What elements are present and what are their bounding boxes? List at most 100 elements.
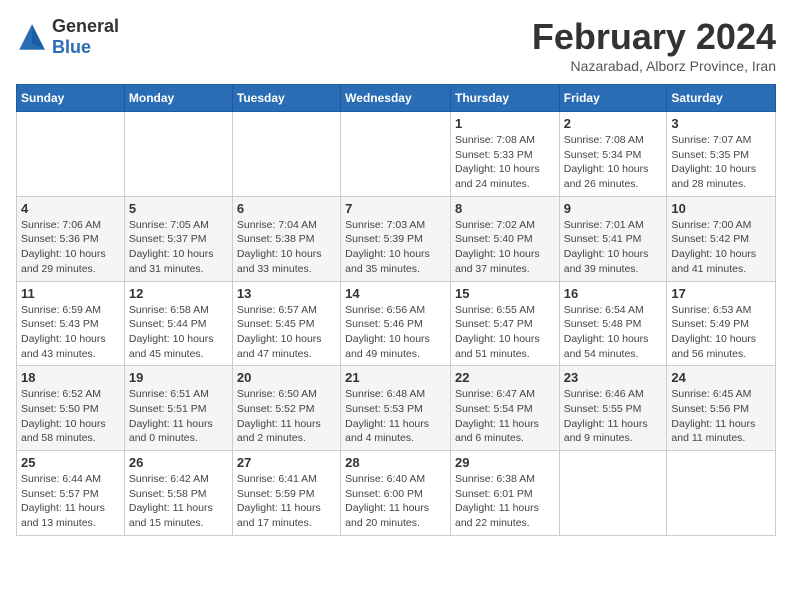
day-info: Sunrise: 6:56 AM Sunset: 5:46 PM Dayligh… bbox=[345, 303, 446, 362]
day-number: 5 bbox=[129, 201, 228, 216]
day-number: 20 bbox=[237, 370, 336, 385]
day-info: Sunrise: 6:44 AM Sunset: 5:57 PM Dayligh… bbox=[21, 472, 120, 531]
day-info: Sunrise: 7:07 AM Sunset: 5:35 PM Dayligh… bbox=[671, 133, 771, 192]
calendar-cell bbox=[341, 112, 451, 197]
day-info: Sunrise: 6:45 AM Sunset: 5:56 PM Dayligh… bbox=[671, 387, 771, 446]
day-number: 10 bbox=[671, 201, 771, 216]
day-info: Sunrise: 6:50 AM Sunset: 5:52 PM Dayligh… bbox=[237, 387, 336, 446]
calendar-cell: 25 Sunrise: 6:44 AM Sunset: 5:57 PM Dayli… bbox=[17, 451, 125, 536]
weekday-header-saturday: Saturday bbox=[667, 85, 776, 112]
weekday-header-wednesday: Wednesday bbox=[341, 85, 451, 112]
day-number: 22 bbox=[455, 370, 555, 385]
day-info: Sunrise: 6:47 AM Sunset: 5:54 PM Dayligh… bbox=[455, 387, 555, 446]
calendar-cell: 19 Sunrise: 6:51 AM Sunset: 5:51 PM Dayli… bbox=[124, 366, 232, 451]
day-info: Sunrise: 7:02 AM Sunset: 5:40 PM Dayligh… bbox=[455, 218, 555, 277]
day-info: Sunrise: 6:46 AM Sunset: 5:55 PM Dayligh… bbox=[564, 387, 663, 446]
logo-blue-text: Blue bbox=[52, 37, 91, 57]
day-info: Sunrise: 6:40 AM Sunset: 6:00 PM Dayligh… bbox=[345, 472, 446, 531]
weekday-header-tuesday: Tuesday bbox=[232, 85, 340, 112]
calendar-cell: 17Sunrise: 6:53 AM Sunset: 5:49 PM Dayli… bbox=[667, 281, 776, 366]
day-info: Sunrise: 7:08 AM Sunset: 5:34 PM Dayligh… bbox=[564, 133, 663, 192]
day-number: 2 bbox=[564, 116, 663, 131]
calendar-table: SundayMondayTuesdayWednesdayThursdayFrid… bbox=[16, 84, 776, 536]
calendar-cell: 15Sunrise: 6:55 AM Sunset: 5:47 PM Dayli… bbox=[450, 281, 559, 366]
day-number: 11 bbox=[21, 286, 120, 301]
day-info: Sunrise: 7:01 AM Sunset: 5:41 PM Dayligh… bbox=[564, 218, 663, 277]
calendar-cell bbox=[559, 451, 667, 536]
day-info: Sunrise: 6:38 AM Sunset: 6:01 PM Dayligh… bbox=[455, 472, 555, 531]
day-info: Sunrise: 7:04 AM Sunset: 5:38 PM Dayligh… bbox=[237, 218, 336, 277]
calendar-cell: 12Sunrise: 6:58 AM Sunset: 5:44 PM Dayli… bbox=[124, 281, 232, 366]
logo-general-text: General bbox=[52, 16, 119, 36]
calendar-cell: 13 Sunrise: 6:57 AM Sunset: 5:45 PM Dayli… bbox=[232, 281, 340, 366]
calendar-cell: 22 Sunrise: 6:47 AM Sunset: 5:54 PM Dayli… bbox=[450, 366, 559, 451]
day-number: 28 bbox=[345, 455, 446, 470]
day-info: Sunrise: 7:06 AM Sunset: 5:36 PM Dayligh… bbox=[21, 218, 120, 277]
day-info: Sunrise: 6:51 AM Sunset: 5:51 PM Dayligh… bbox=[129, 387, 228, 446]
day-info: Sunrise: 7:08 AM Sunset: 5:33 PM Dayligh… bbox=[455, 133, 555, 192]
day-info: Sunrise: 7:00 AM Sunset: 5:42 PM Dayligh… bbox=[671, 218, 771, 277]
calendar-cell: 23 Sunrise: 6:46 AM Sunset: 5:55 PM Dayli… bbox=[559, 366, 667, 451]
day-info: Sunrise: 6:54 AM Sunset: 5:48 PM Dayligh… bbox=[564, 303, 663, 362]
day-number: 7 bbox=[345, 201, 446, 216]
day-number: 16 bbox=[564, 286, 663, 301]
day-number: 19 bbox=[129, 370, 228, 385]
day-number: 26 bbox=[129, 455, 228, 470]
day-info: Sunrise: 6:55 AM Sunset: 5:47 PM Dayligh… bbox=[455, 303, 555, 362]
calendar-cell: 14Sunrise: 6:56 AM Sunset: 5:46 PM Dayli… bbox=[341, 281, 451, 366]
logo-icon bbox=[16, 21, 48, 53]
day-number: 21 bbox=[345, 370, 446, 385]
calendar-cell: 9Sunrise: 7:01 AM Sunset: 5:41 PM Daylig… bbox=[559, 196, 667, 281]
weekday-header-sunday: Sunday bbox=[17, 85, 125, 112]
day-number: 4 bbox=[21, 201, 120, 216]
day-number: 3 bbox=[671, 116, 771, 131]
weekday-header-thursday: Thursday bbox=[450, 85, 559, 112]
calendar-cell: 7 Sunrise: 7:03 AM Sunset: 5:39 PM Daylig… bbox=[341, 196, 451, 281]
calendar-cell: 4 Sunrise: 7:06 AM Sunset: 5:36 PM Daylig… bbox=[17, 196, 125, 281]
calendar-cell bbox=[667, 451, 776, 536]
weekday-header-monday: Monday bbox=[124, 85, 232, 112]
location-subtitle: Nazarabad, Alborz Province, Iran bbox=[532, 58, 776, 74]
calendar-cell: 27 Sunrise: 6:41 AM Sunset: 5:59 PM Dayli… bbox=[232, 451, 340, 536]
calendar-cell: 21 Sunrise: 6:48 AM Sunset: 5:53 PM Dayli… bbox=[341, 366, 451, 451]
calendar-cell: 28 Sunrise: 6:40 AM Sunset: 6:00 PM Dayli… bbox=[341, 451, 451, 536]
day-number: 18 bbox=[21, 370, 120, 385]
day-info: Sunrise: 6:41 AM Sunset: 5:59 PM Dayligh… bbox=[237, 472, 336, 531]
weekday-header-friday: Friday bbox=[559, 85, 667, 112]
calendar-cell: 2 Sunrise: 7:08 AM Sunset: 5:34 PM Daylig… bbox=[559, 112, 667, 197]
calendar-cell: 24 Sunrise: 6:45 AM Sunset: 5:56 PM Dayli… bbox=[667, 366, 776, 451]
day-info: Sunrise: 6:59 AM Sunset: 5:43 PM Dayligh… bbox=[21, 303, 120, 362]
day-info: Sunrise: 6:48 AM Sunset: 5:53 PM Dayligh… bbox=[345, 387, 446, 446]
day-info: Sunrise: 7:03 AM Sunset: 5:39 PM Dayligh… bbox=[345, 218, 446, 277]
calendar-cell bbox=[17, 112, 125, 197]
calendar-cell bbox=[124, 112, 232, 197]
day-number: 13 bbox=[237, 286, 336, 301]
day-number: 1 bbox=[455, 116, 555, 131]
calendar-cell: 5 Sunrise: 7:05 AM Sunset: 5:37 PM Daylig… bbox=[124, 196, 232, 281]
day-number: 8 bbox=[455, 201, 555, 216]
title-area: February 2024 Nazarabad, Alborz Province… bbox=[532, 16, 776, 74]
day-info: Sunrise: 6:57 AM Sunset: 5:45 PM Dayligh… bbox=[237, 303, 336, 362]
calendar-cell: 26 Sunrise: 6:42 AM Sunset: 5:58 PM Dayli… bbox=[124, 451, 232, 536]
calendar-cell: 29 Sunrise: 6:38 AM Sunset: 6:01 PM Dayli… bbox=[450, 451, 559, 536]
day-number: 6 bbox=[237, 201, 336, 216]
calendar-cell: 20 Sunrise: 6:50 AM Sunset: 5:52 PM Dayli… bbox=[232, 366, 340, 451]
day-number: 12 bbox=[129, 286, 228, 301]
day-number: 23 bbox=[564, 370, 663, 385]
calendar-cell: 11 Sunrise: 6:59 AM Sunset: 5:43 PM Dayli… bbox=[17, 281, 125, 366]
month-title: February 2024 bbox=[532, 16, 776, 58]
calendar-cell bbox=[232, 112, 340, 197]
day-number: 24 bbox=[671, 370, 771, 385]
calendar-cell: 10 Sunrise: 7:00 AM Sunset: 5:42 PM Dayli… bbox=[667, 196, 776, 281]
calendar-cell: 3 Sunrise: 7:07 AM Sunset: 5:35 PM Daylig… bbox=[667, 112, 776, 197]
day-info: Sunrise: 6:42 AM Sunset: 5:58 PM Dayligh… bbox=[129, 472, 228, 531]
day-info: Sunrise: 6:52 AM Sunset: 5:50 PM Dayligh… bbox=[21, 387, 120, 446]
logo: General Blue bbox=[16, 16, 119, 58]
page-header: General Blue February 2024 Nazarabad, Al… bbox=[16, 16, 776, 74]
day-number: 29 bbox=[455, 455, 555, 470]
calendar-cell: 16 Sunrise: 6:54 AM Sunset: 5:48 PM Dayli… bbox=[559, 281, 667, 366]
day-info: Sunrise: 7:05 AM Sunset: 5:37 PM Dayligh… bbox=[129, 218, 228, 277]
day-number: 27 bbox=[237, 455, 336, 470]
calendar-cell: 8 Sunrise: 7:02 AM Sunset: 5:40 PM Daylig… bbox=[450, 196, 559, 281]
day-number: 25 bbox=[21, 455, 120, 470]
